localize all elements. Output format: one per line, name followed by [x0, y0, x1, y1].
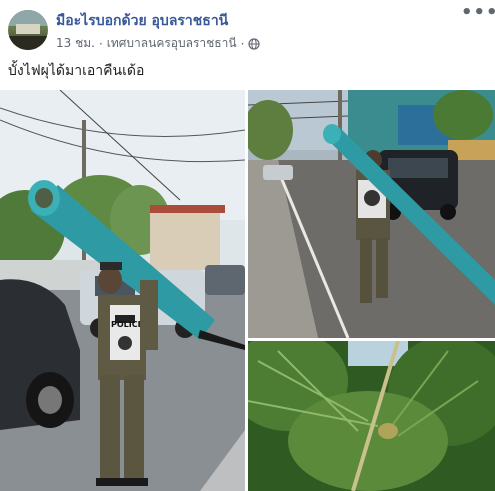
post-header: มือะไรบอกด้วย อุบลราชธานี 13 ชม. · เทศบา… — [0, 0, 495, 60]
page-name-link[interactable]: มือะไรบอกด้วย อุบลราชธานี — [56, 10, 228, 32]
avatar-building — [16, 24, 40, 34]
post-location[interactable]: เทศบาลนครอุบลราชธานี — [107, 34, 237, 53]
post-meta: 13 ชม. · เทศบาลนครอุบลราชธานี · — [56, 34, 261, 53]
globe-icon — [248, 37, 261, 50]
post-time[interactable]: 13 ชม. — [56, 34, 95, 53]
more-options-button[interactable]: ••• — [461, 4, 495, 26]
meta-separator: · — [240, 36, 245, 51]
photo-police-carrying-pole[interactable]: POLICE — [0, 90, 245, 491]
post-caption: บั้งไฟผุได้มาเอาคืนเด้อ — [8, 63, 145, 79]
police-vest-label: POLICE — [111, 320, 143, 329]
page-avatar[interactable] — [8, 10, 48, 50]
photo-police-walking-street[interactable] — [248, 90, 495, 338]
meta-separator: · — [98, 36, 103, 51]
photo-palm-trees-sky[interactable] — [248, 341, 495, 491]
avatar-ground — [8, 36, 48, 50]
